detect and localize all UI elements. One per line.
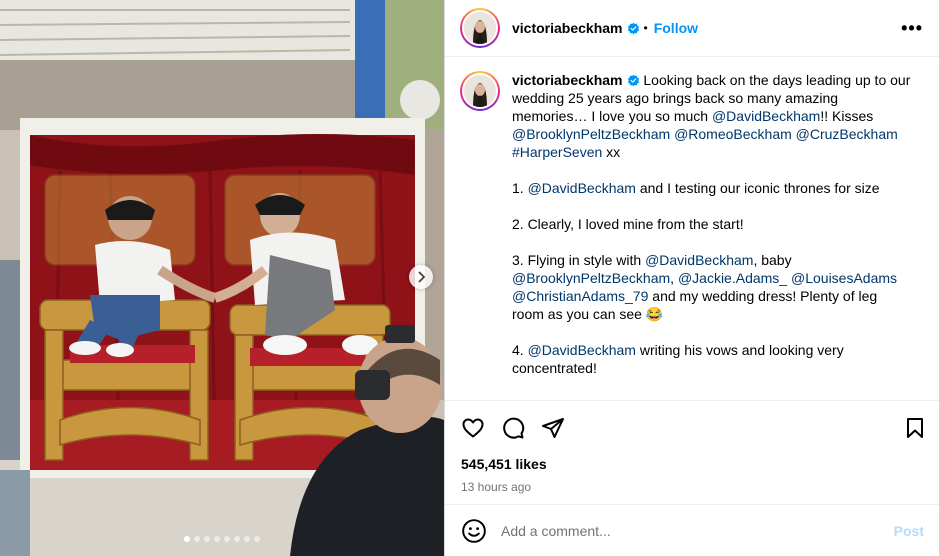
post-side-panel: victoriabeckham • Follow ••• victoriabec… — [444, 0, 939, 556]
mention-link[interactable]: @DavidBeckham — [528, 180, 636, 196]
mention-link[interactable]: @DavidBeckham — [528, 342, 636, 358]
carousel-dot — [194, 536, 200, 542]
verified-badge-icon — [627, 22, 639, 34]
post-media[interactable] — [0, 0, 444, 556]
action-bar — [445, 400, 939, 454]
carousel-indicator — [0, 536, 444, 542]
carousel-dot — [204, 536, 210, 542]
comment-input[interactable] — [501, 522, 894, 539]
share-icon[interactable] — [541, 416, 565, 440]
caption-text-segment: 4. — [512, 342, 528, 358]
mention-link[interactable]: @ChristianAdams_79 — [512, 288, 648, 304]
like-count[interactable]: 545,451 likes — [445, 454, 939, 474]
carousel-dot — [254, 536, 260, 542]
mention-link[interactable]: @RomeoBeckham — [674, 126, 792, 142]
post-header: victoriabeckham • Follow ••• — [445, 0, 939, 57]
more-options-button[interactable]: ••• — [901, 18, 923, 39]
carousel-dot — [234, 536, 240, 542]
carousel-dot — [214, 536, 220, 542]
comment-icon[interactable] — [501, 416, 525, 440]
hashtag-link[interactable]: #HarperSeven — [512, 144, 602, 160]
caption-text: victoriabeckham Looking back on the days… — [512, 71, 912, 400]
post-comment-button[interactable]: Post — [894, 523, 924, 539]
comment-bar: Post — [445, 504, 939, 556]
carousel-dot — [184, 536, 190, 542]
heart-icon[interactable] — [461, 416, 485, 440]
caption-paragraph: 2. Clearly, I loved mine from the start! — [512, 216, 744, 232]
caption-text-segment: !! Kisses — [820, 108, 874, 124]
caption-paragraph: victoriabeckham Looking back on the days… — [512, 71, 912, 161]
carousel-dot — [224, 536, 230, 542]
header-username[interactable]: victoriabeckham — [512, 20, 623, 36]
emoji-icon[interactable] — [461, 518, 487, 544]
mention-link[interactable]: @BrooklynPeltzBeckham — [512, 126, 670, 142]
post-timestamp[interactable]: 13 hours ago — [445, 474, 939, 500]
caption-paragraph: 4. @DavidBeckham writing his vows and lo… — [512, 341, 912, 377]
mention-link[interactable]: @LouisesAdams — [791, 270, 897, 286]
bookmark-icon[interactable] — [903, 416, 927, 440]
caption-text-segment: 1. — [512, 180, 528, 196]
follow-button[interactable]: Follow — [654, 20, 698, 36]
caption-text-segment: xx — [602, 144, 621, 160]
avatar[interactable] — [460, 8, 500, 48]
mention-link[interactable]: @BrooklynPeltzBeckham — [512, 270, 670, 286]
mention-link[interactable]: @DavidBeckham — [712, 108, 820, 124]
carousel-next-button[interactable] — [409, 265, 433, 289]
carousel-dot — [244, 536, 250, 542]
avatar-image — [462, 73, 498, 109]
caption-paragraph: 3. Flying in style with @DavidBeckham, b… — [512, 252, 898, 322]
caption-text-segment: 3. Flying in style with — [512, 252, 646, 268]
caption-text-segment: , baby — [753, 252, 792, 268]
avatar-image — [462, 10, 498, 46]
instagram-post: victoriabeckham • Follow ••• victoriabec… — [0, 0, 939, 556]
caption-avatar[interactable] — [460, 71, 500, 111]
mention-link[interactable]: @CruzBeckham — [796, 126, 898, 142]
mention-link[interactable]: @DavidBeckham — [645, 252, 753, 268]
caption-username[interactable]: victoriabeckham — [512, 72, 623, 88]
header-separator: • — [643, 21, 648, 35]
caption-paragraph: 1. @DavidBeckham and I testing our iconi… — [512, 179, 912, 197]
chevron-right-icon — [418, 271, 426, 283]
mention-link[interactable]: @Jackie.Adams_ — [678, 270, 787, 286]
post-photo — [0, 0, 444, 556]
caption-area: victoriabeckham Looking back on the days… — [445, 57, 939, 400]
caption-text-segment: and I testing our iconic thrones for siz… — [635, 180, 880, 196]
verified-badge-icon — [627, 74, 639, 87]
